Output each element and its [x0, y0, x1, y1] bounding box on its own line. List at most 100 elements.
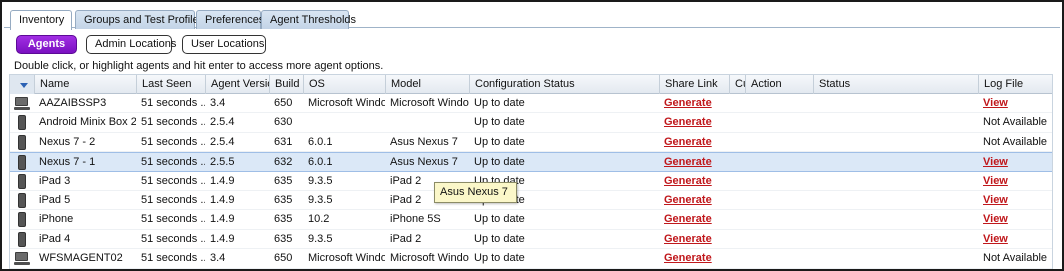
cell-build: 635 — [274, 213, 293, 226]
cell-last-seen: 51 seconds ... — [141, 135, 205, 148]
phone-icon — [14, 115, 30, 131]
laptop-icon — [14, 96, 30, 111]
table-row[interactable]: Nexus 7 - 1 51 seconds ... 2.5.5 632 6.0.1 As… — [10, 152, 1052, 172]
cell-name: iPad 3 — [39, 174, 71, 187]
column-build[interactable]: Build — [269, 75, 303, 94]
view-log-link[interactable]: View — [978, 153, 1052, 172]
table-row[interactable]: WFSMAGENT02 51 seconds ... 3.4 650 Microsoft… — [10, 249, 1052, 269]
generate-share-link[interactable]: Generate — [659, 210, 729, 229]
table-header: Name Last Seen Agent Version Build OS Mo… — [10, 75, 1052, 94]
user-locations-toggle-button[interactable]: User Locations — [182, 35, 266, 54]
cell-agent-version: 2.5.5 — [210, 156, 235, 169]
column-os[interactable]: OS — [303, 75, 385, 94]
cell-name: Nexus 7 - 1 — [39, 156, 96, 169]
column-log-file[interactable]: Log File — [978, 75, 1052, 94]
cell-name: AAZAIBSSP3 — [39, 97, 107, 109]
sort-column[interactable] — [10, 75, 34, 94]
tab-agent-thresholds[interactable]: Agent Thresholds — [261, 10, 356, 29]
tab-groups-and-test-profiles[interactable]: Groups and Test Profiles — [75, 10, 204, 29]
table-row[interactable]: iPhone 51 seconds ... 1.4.9 635 10.2 iPhone 5… — [10, 210, 1052, 230]
cell-model — [385, 113, 469, 132]
column-model[interactable]: Model — [385, 75, 469, 94]
cell-last-seen: 51 seconds ... — [141, 97, 205, 109]
agents-toggle-button[interactable]: Agents — [16, 35, 77, 54]
cell-configuration-status: Up to date — [474, 252, 525, 265]
generate-share-link[interactable]: Generate — [659, 191, 729, 210]
column-last-seen[interactable]: Last Seen — [136, 75, 205, 94]
cell-log-file: Not Available — [983, 135, 1048, 148]
phone-icon — [14, 212, 30, 228]
inventory-panel: Inventory Groups and Test Profiles Prefe… — [0, 0, 1064, 271]
cell-build: 635 — [274, 194, 293, 206]
cell-model: Microsoft Windo... — [390, 97, 469, 109]
cell-configuration-status: Up to date — [474, 156, 525, 169]
generate-share-link[interactable]: Generate — [659, 133, 729, 152]
phone-icon — [14, 155, 30, 171]
cell-name: iPad 4 — [39, 232, 71, 245]
cell-name: iPhone — [39, 213, 74, 226]
cell-configuration-status: Up to date — [474, 213, 525, 226]
cell-log-file: Not Available — [983, 116, 1048, 129]
generate-share-link[interactable]: Generate — [659, 230, 729, 249]
column-share-link[interactable]: Share Link — [659, 75, 729, 94]
table-row[interactable]: Android Minix Box 2 51 seconds ... 2.5.4 63… — [10, 113, 1052, 133]
phone-icon — [14, 173, 30, 189]
cell-model: iPhone 5S — [390, 213, 441, 226]
generate-share-link[interactable]: Generate — [659, 172, 729, 191]
cell-agent-version: 2.5.4 — [210, 135, 235, 148]
laptop-icon — [14, 251, 30, 266]
cell-name: Android Minix Box 2 — [39, 116, 136, 129]
tab-preferences[interactable]: Preferences — [196, 10, 264, 29]
cell-configuration-status: Up to date — [474, 116, 525, 129]
tab-bar: Inventory Groups and Test Profiles Prefe… — [4, 4, 1060, 30]
cell-build: 630 — [274, 116, 293, 129]
generate-share-link[interactable]: Generate — [659, 94, 729, 113]
generate-share-link[interactable]: Generate — [659, 153, 729, 172]
cell-agent-version: 2.5.4 — [210, 116, 235, 129]
view-log-link[interactable]: View — [978, 94, 1052, 113]
view-log-link[interactable]: View — [978, 172, 1052, 191]
cell-last-seen: 51 seconds ... — [141, 174, 205, 187]
generate-share-link[interactable]: Generate — [659, 113, 729, 132]
column-agent-version[interactable]: Agent Version — [205, 75, 269, 94]
cell-build: 631 — [274, 135, 293, 148]
table-row[interactable]: iPad 551 seconds ...1.4.96359.3.5iPad 2U… — [10, 191, 1052, 211]
view-log-link[interactable]: View — [978, 191, 1052, 210]
cell-model: iPad 2 — [390, 232, 422, 245]
phone-icon — [14, 193, 30, 208]
cell-os: 6.0.1 — [308, 156, 333, 169]
cell-agent-version: 1.4.9 — [210, 194, 235, 206]
cell-configuration-status: Up to date — [474, 232, 525, 245]
table-row[interactable]: iPad 3 51 seconds ... 1.4.9 635 9.3.5 iPad 2U… — [10, 171, 1052, 191]
model-tooltip: Asus Nexus 7 — [434, 182, 517, 203]
generate-share-link[interactable]: Generate — [659, 249, 729, 268]
cell-agent-version: 3.4 — [210, 97, 226, 109]
column-configuration-status[interactable]: Configuration Status — [469, 75, 659, 94]
table-row[interactable]: iPad 4 51 seconds ... 1.4.9 635 9.3.5 iPad 2 U… — [10, 229, 1052, 250]
cell-os — [303, 113, 385, 132]
cell-os: 9.3.5 — [308, 174, 333, 187]
cell-last-seen: 51 seconds ... — [141, 213, 205, 226]
view-log-link[interactable]: View — [978, 210, 1052, 229]
cell-os: 9.3.5 — [308, 194, 333, 206]
cell-model: Asus Nexus 7 — [390, 156, 458, 169]
table-row[interactable]: Nexus 7 - 2 51 seconds ... 2.5.4 631 6.0.1 As… — [10, 132, 1052, 153]
column-cu[interactable]: Cu — [729, 75, 745, 94]
cell-configuration-status: Up to date — [474, 97, 525, 109]
column-name[interactable]: Name — [34, 75, 136, 94]
view-log-link[interactable]: View — [978, 230, 1052, 249]
table-row[interactable]: AAZAIBSSP3 51 seconds ... 3.4 650 Microsoft … — [10, 94, 1052, 114]
admin-locations-toggle-button[interactable]: Admin Locations — [86, 35, 176, 54]
cell-build: 632 — [274, 156, 293, 169]
tab-inventory[interactable]: Inventory — [10, 10, 72, 30]
cell-last-seen: 51 seconds ... — [141, 156, 205, 169]
cell-last-seen: 51 seconds ... — [141, 232, 205, 245]
cell-agent-version: 1.4.9 — [210, 213, 235, 226]
column-status[interactable]: Status — [813, 75, 978, 94]
cell-os: Microsoft Windo... — [308, 252, 385, 265]
agents-table: Name Last Seen Agent Version Build OS Mo… — [9, 74, 1053, 269]
cell-last-seen: 51 seconds ... — [141, 116, 205, 129]
column-action[interactable]: Action — [745, 75, 813, 94]
phone-icon — [14, 134, 30, 150]
cell-model: Asus Nexus 7 — [390, 135, 458, 148]
